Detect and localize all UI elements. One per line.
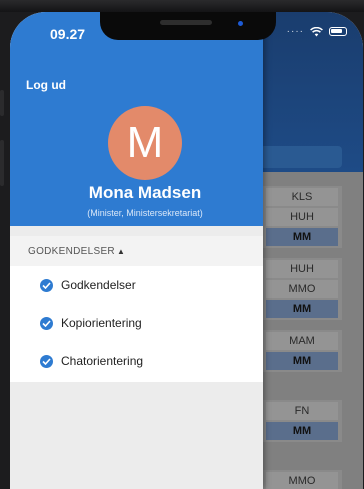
logout-link[interactable]: Log ud [26,78,66,92]
initials-cell: MMO [266,280,338,298]
check-circle-icon [40,278,53,292]
list-item[interactable]: FN MM [262,400,342,442]
list-item[interactable]: MMO [262,470,342,489]
phone-bezel [0,0,364,12]
initials-cell: FN [266,402,338,420]
navigation-drawer: Log ud M Mona Madsen (Minister, Minister… [10,12,263,489]
status-icons: ···· [287,26,347,37]
menu-item-godkendelser[interactable]: Godkendelser [10,266,263,304]
initials-cell: MM [266,422,338,440]
user-name: Mona Madsen [88,183,202,202]
menu-item-kopiorientering[interactable]: Kopiorientering [10,304,263,342]
front-camera [238,21,243,26]
phone-side-button [0,90,4,116]
check-circle-icon [40,354,53,368]
initials-cell: HUH [266,260,338,278]
menu-item-label: Chatorientering [61,354,144,368]
menu-item-chatorientering[interactable]: Chatorientering [10,342,263,380]
section-label: GODKENDELSER [28,245,115,257]
app-search-bar[interactable] [260,146,342,168]
initials-cell: MMO [266,472,338,489]
initials-cell: MAM [266,332,338,350]
user-role: (Minister, Ministersekretariat) [87,208,203,218]
wifi-icon [310,26,323,36]
signal-icon: ···· [286,26,304,37]
phone-frame: 09.27 ···· KLS HUH MM HUH MMO MM MAM MM … [0,0,364,489]
initials-cell: MM [266,352,338,370]
section-toggle-godkendelser[interactable]: GODKENDELSER ▲ [10,236,263,266]
list-item[interactable]: HUH MMO MM [262,258,342,320]
battery-icon [329,27,347,36]
initials-cell: MM [266,300,338,318]
status-time: 09.27 [50,26,86,42]
chevron-up-icon: ▲ [116,246,126,256]
menu-item-label: Godkendelser [61,278,136,292]
initials-cell: MM [266,228,338,246]
drawer-header: Log ud M Mona Madsen (Minister, Minister… [10,12,263,226]
menu-item-label: Kopiorientering [61,316,142,330]
phone-side-button [0,140,4,186]
phone-screen: 09.27 ···· KLS HUH MM HUH MMO MM MAM MM … [10,12,363,489]
phone-notch [100,12,276,40]
avatar: M [108,106,182,180]
drawer-menu: Godkendelser Kopiorientering Chatoriente… [10,266,263,382]
speaker-grille [160,20,212,25]
list-item[interactable]: MAM MM [262,330,342,372]
check-circle-icon [40,316,53,330]
